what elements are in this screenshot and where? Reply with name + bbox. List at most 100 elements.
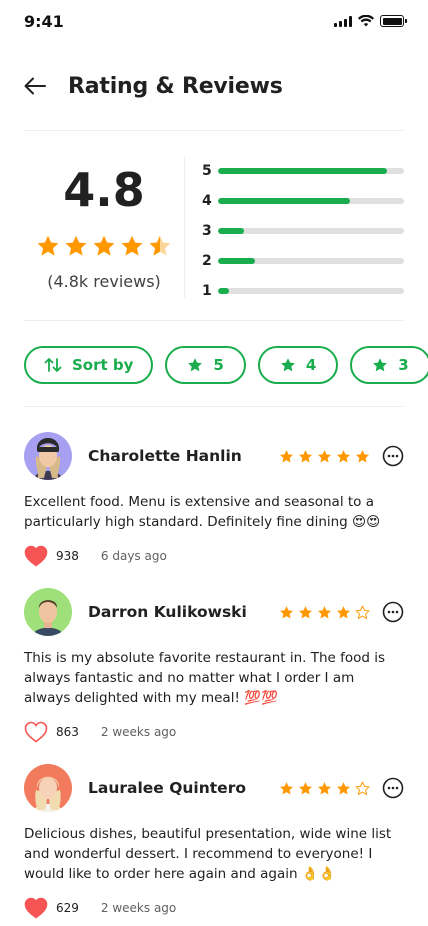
- filter-chip-4[interactable]: 4: [257, 346, 339, 384]
- rating-bar-fill: [218, 228, 245, 234]
- filter-chip-label: 5: [213, 356, 224, 374]
- star-filled-icon: [356, 449, 369, 462]
- cellular-signal-icon: [334, 15, 352, 27]
- rating-bar-track: [218, 288, 404, 294]
- star-icon: [188, 358, 203, 372]
- rating-bar-track: [218, 168, 404, 174]
- rating-bar-label: 5: [202, 163, 212, 179]
- sort-icon: [44, 358, 62, 372]
- star-outline-icon: [355, 781, 370, 795]
- star-filled-icon: [65, 235, 87, 256]
- more-options-icon[interactable]: [382, 601, 404, 623]
- review-time: 6 days ago: [100, 549, 167, 563]
- overall-stars: [24, 234, 184, 258]
- rating-bar-fill: [218, 288, 230, 294]
- filter-chip-label: 4: [305, 356, 317, 374]
- status-bar: 9:41: [0, 0, 428, 44]
- header: Rating & Reviews: [24, 66, 404, 106]
- rating-bar-label: 4: [202, 193, 212, 209]
- page-title: Rating & Reviews: [68, 73, 283, 99]
- rating-bar-row: 4: [202, 186, 404, 216]
- like-count: 629: [56, 901, 79, 915]
- star-filled-icon: [280, 449, 293, 462]
- rating-bar-row: 1: [202, 276, 404, 306]
- divider: [24, 406, 404, 407]
- rating-bar-row: 3: [202, 216, 404, 246]
- review-time: 2 weeks ago: [100, 725, 177, 739]
- star-filled-icon: [337, 605, 350, 618]
- filter-chip-3[interactable]: 3: [350, 346, 428, 384]
- more-options-icon[interactable]: [382, 445, 404, 467]
- filter-chip-label: 3: [398, 356, 409, 374]
- review-text: Excellent food. Menu is extensive and se…: [24, 494, 381, 530]
- reviewer-name: Darron Kulikowski: [88, 603, 247, 621]
- review-card: Lauralee Quintero Delicious dishes, beau…: [24, 764, 404, 920]
- overall-score: 4.8: [63, 163, 145, 217]
- star-filled-icon: [299, 781, 312, 794]
- review-card: Charolette Hanlin Excellent food. Menu i…: [24, 432, 404, 568]
- review-text: This is my absolute favorite restaurant …: [24, 650, 386, 706]
- rating-bar-row: 2: [202, 246, 404, 276]
- star-filled-icon: [299, 449, 312, 462]
- arrow-left-icon: [24, 77, 46, 95]
- rating-bar-track: [218, 258, 404, 264]
- star-filled-icon: [121, 235, 143, 256]
- back-button[interactable]: [24, 72, 52, 100]
- heart-icon[interactable]: [24, 545, 48, 567]
- sort-by-chip[interactable]: Sort by: [24, 346, 154, 384]
- star-filled-icon: [280, 605, 293, 618]
- rating-bar-label: 2: [202, 253, 212, 269]
- avatar: [24, 588, 72, 636]
- battery-icon: [380, 15, 407, 27]
- like-count: 938: [56, 549, 79, 563]
- star-filled-icon: [337, 781, 350, 794]
- star-filled-icon: [318, 449, 331, 462]
- rating-bar-fill: [218, 258, 256, 264]
- divider: [24, 130, 404, 131]
- star-filled-icon: [37, 235, 59, 256]
- rating-summary: 4.8 (4.8k reviews) 5 4 3 2 1: [24, 154, 404, 300]
- like-count: 863: [56, 725, 79, 739]
- avatar: [24, 432, 72, 480]
- star-filled-icon: [337, 449, 350, 462]
- star-half-icon: [149, 235, 171, 256]
- wifi-icon: [358, 15, 374, 27]
- rating-bar-row: 5: [202, 156, 404, 186]
- status-time: 9:41: [24, 12, 64, 31]
- rating-distribution: 5 4 3 2 1: [202, 156, 404, 306]
- reviewer-name: Lauralee Quintero: [88, 779, 246, 797]
- reviewer-name: Charolette Hanlin: [88, 447, 242, 465]
- overall-rating: 4.8 (4.8k reviews): [24, 154, 184, 300]
- star-filled-icon: [299, 605, 312, 618]
- filter-bar: Sort by 5 4 3 2: [24, 346, 428, 384]
- rating-bar-fill: [218, 198, 351, 204]
- status-icons: [334, 15, 407, 27]
- review-stars: [279, 605, 370, 620]
- rating-bar-track: [218, 198, 404, 204]
- rating-bar-label: 3: [202, 223, 212, 239]
- star-filled-icon: [318, 781, 331, 794]
- rating-bar-track: [218, 228, 404, 234]
- star-icon: [280, 358, 295, 372]
- star-icon: [373, 358, 388, 372]
- review-stars: [279, 781, 370, 796]
- heart-icon[interactable]: [24, 721, 48, 743]
- star-filled-icon: [318, 605, 331, 618]
- filter-chip-5[interactable]: 5: [165, 346, 246, 384]
- star-filled-icon: [280, 781, 293, 794]
- review-stars: [279, 449, 370, 464]
- rating-bar-label: 1: [202, 283, 212, 299]
- divider: [24, 320, 404, 321]
- star-filled-icon: [93, 235, 115, 256]
- divider: [184, 156, 185, 298]
- heart-icon[interactable]: [24, 897, 48, 919]
- rating-bar-fill: [218, 168, 388, 174]
- review-text: Delicious dishes, beautiful presentation…: [24, 826, 392, 882]
- star-outline-icon: [355, 605, 370, 619]
- avatar: [24, 764, 72, 812]
- more-options-icon[interactable]: [382, 777, 404, 799]
- review-time: 2 weeks ago: [100, 901, 177, 915]
- sort-by-label: Sort by: [72, 356, 134, 374]
- review-card: Darron Kulikowski This is my absolute fa…: [24, 588, 404, 744]
- review-count: (4.8k reviews): [47, 272, 161, 291]
